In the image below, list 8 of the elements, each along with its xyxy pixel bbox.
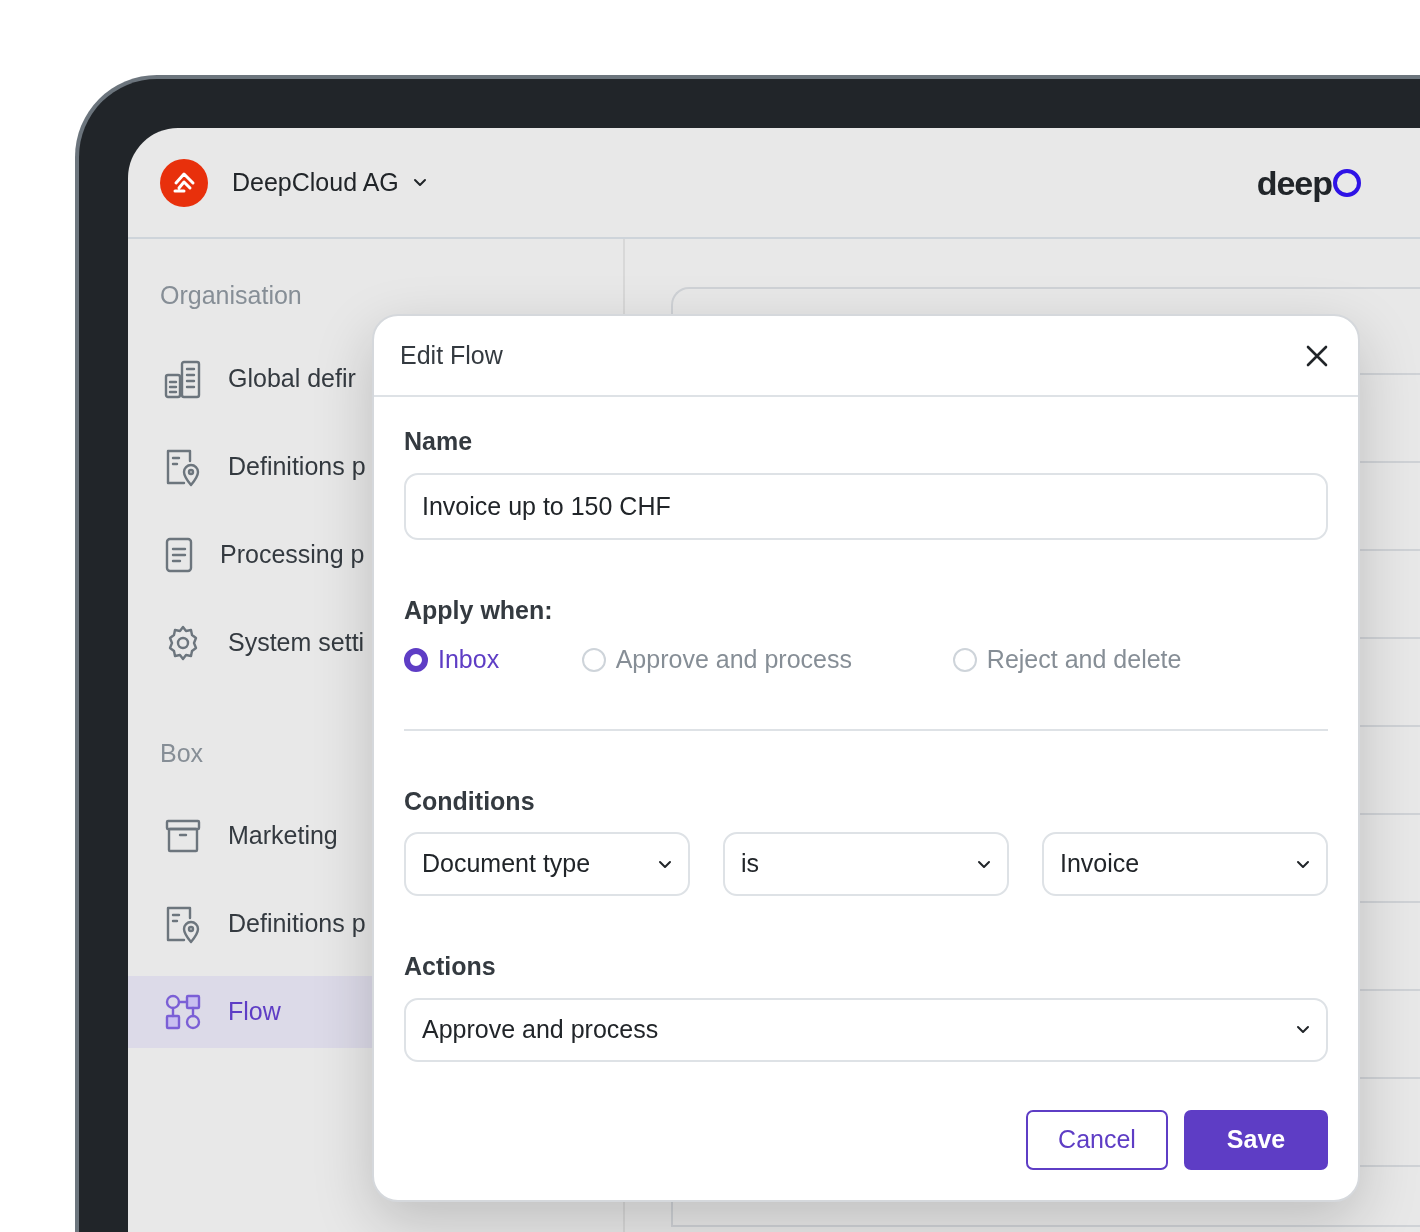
dialog-title: Edit Flow [400,339,503,371]
section-heading: Box [159,737,205,769]
field-label: Actions [404,951,497,982]
field-label: Conditions [404,785,536,817]
field-label: Name [404,426,474,457]
field-label: Apply when: [404,594,554,626]
section-heading: Organisation [159,280,303,311]
brand-wordmark: deep [1256,165,1332,200]
